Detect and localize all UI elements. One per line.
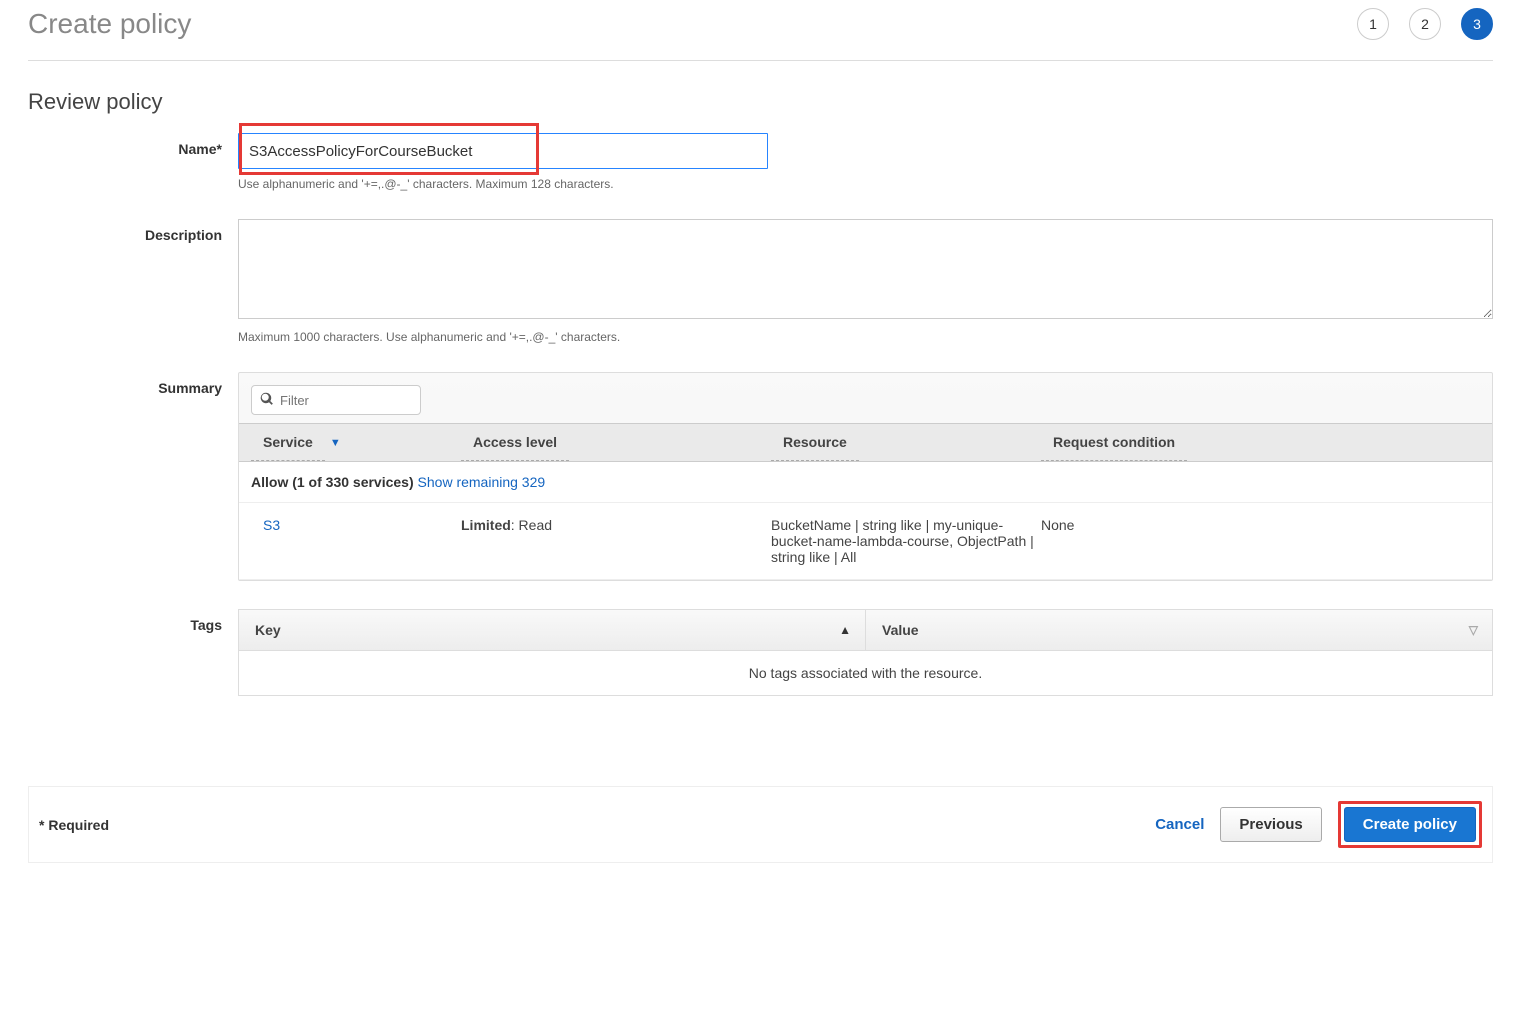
col-access[interactable]: Access level	[461, 424, 569, 461]
step-1[interactable]: 1	[1357, 8, 1389, 40]
tags-key-header[interactable]: Key ▲	[239, 610, 866, 650]
description-input[interactable]	[238, 219, 1493, 319]
page-title: Create policy	[28, 8, 191, 40]
reqcond-cell: None	[1041, 517, 1480, 565]
description-label: Description	[28, 219, 238, 243]
tags-panel: Key ▲ Value ▽ No tags associated with th…	[238, 609, 1493, 696]
page-header: Create policy 1 2 3	[28, 0, 1493, 61]
allow-text: Allow (1 of 330 services)	[251, 474, 418, 490]
search-icon	[260, 392, 280, 409]
tags-key-label: Key	[255, 622, 281, 638]
footer: * Required Cancel Previous Create policy	[28, 786, 1493, 863]
required-label: * Required	[39, 817, 109, 833]
no-tags-message: No tags associated with the resource.	[239, 651, 1492, 695]
allow-row: Allow (1 of 330 services) Show remaining…	[239, 462, 1492, 503]
show-remaining-link[interactable]: Show remaining 329	[418, 474, 546, 490]
col-service[interactable]: Service	[251, 424, 325, 461]
sort-caret-down-icon: ▼	[330, 437, 341, 449]
name-help-text: Use alphanumeric and '+=,.@-_' character…	[238, 177, 1493, 191]
col-reqcond[interactable]: Request condition	[1041, 424, 1187, 461]
tags-label: Tags	[28, 609, 238, 633]
previous-button[interactable]: Previous	[1220, 807, 1321, 842]
service-link[interactable]: S3	[263, 517, 280, 533]
cancel-button[interactable]: Cancel	[1155, 816, 1204, 833]
table-row: S3 Limited: Read BucketName | string lik…	[239, 503, 1492, 580]
highlight-create-box: Create policy	[1338, 801, 1482, 848]
filter-box[interactable]	[251, 385, 421, 415]
create-policy-button[interactable]: Create policy	[1344, 807, 1476, 842]
step-2[interactable]: 2	[1409, 8, 1441, 40]
summary-row: Summary Service ▼ Access level Resource R…	[28, 372, 1493, 581]
name-row: Name* Use alphanumeric and '+=,.@-_' cha…	[28, 133, 1493, 191]
access-level-rest: : Read	[511, 517, 552, 533]
filter-input[interactable]	[280, 393, 456, 408]
tags-row: Tags Key ▲ Value ▽ No tags associated wi…	[28, 609, 1493, 696]
tags-value-header[interactable]: Value ▽	[866, 610, 1492, 650]
description-help-text: Maximum 1000 characters. Use alphanumeri…	[238, 330, 1493, 344]
section-title: Review policy	[28, 89, 1493, 115]
step-3[interactable]: 3	[1461, 8, 1493, 40]
name-label: Name*	[28, 133, 238, 157]
access-level-bold: Limited	[461, 517, 511, 533]
sort-up-icon: ▲	[839, 623, 851, 637]
description-row: Description Maximum 1000 characters. Use…	[28, 219, 1493, 344]
name-input[interactable]	[238, 133, 768, 169]
summary-label: Summary	[28, 372, 238, 396]
tags-value-label: Value	[882, 622, 919, 638]
sort-down-icon: ▽	[1469, 623, 1478, 637]
summary-table-header: Service ▼ Access level Resource Request c…	[239, 423, 1492, 462]
col-resource[interactable]: Resource	[771, 424, 859, 461]
summary-panel: Service ▼ Access level Resource Request c…	[238, 372, 1493, 581]
tags-table-header: Key ▲ Value ▽	[239, 610, 1492, 651]
resource-cell: BucketName | string like | my-unique-buc…	[771, 517, 1041, 565]
step-indicator: 1 2 3	[1357, 8, 1493, 40]
